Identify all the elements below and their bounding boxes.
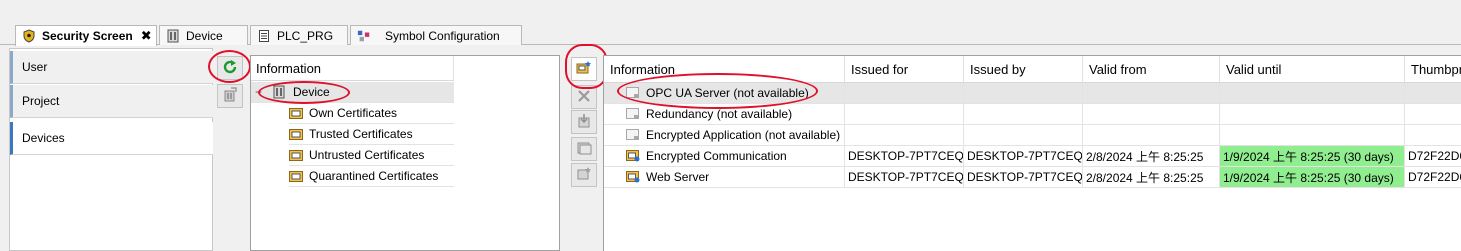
security-category-nav: User Project Devices (9, 48, 213, 251)
tab-label: Device (186, 28, 223, 43)
cell-valid-from (1083, 125, 1220, 146)
export-icon (576, 140, 592, 159)
refresh-button[interactable] (217, 56, 243, 80)
cell-thumbprint: D72F22D6 (1405, 146, 1461, 167)
tree-node-quarantined-certificates[interactable]: Quarantined Certificates (289, 166, 454, 187)
nav-item-project[interactable]: Project (10, 85, 213, 118)
cell-issued-by: DESKTOP-7PT7CEQ (964, 146, 1083, 167)
cell-issued-by (964, 104, 1083, 125)
cell-issued-for: DESKTOP-7PT7CEQ (845, 146, 964, 167)
cell-information: Web Server (646, 170, 710, 184)
device-icon (166, 29, 180, 43)
create-certificate-button[interactable] (571, 57, 597, 81)
cell-valid-until (1220, 104, 1405, 125)
tree-node-label: Device (293, 85, 330, 99)
symbol-config-icon (357, 29, 371, 43)
nav-item-label: Project (22, 94, 60, 108)
certificate-folder-icon (289, 107, 309, 119)
refresh-icon (222, 59, 238, 78)
column-header-thumbprint[interactable]: Thumbprint (1405, 56, 1461, 83)
column-header-valid-until[interactable]: Valid until (1220, 56, 1405, 83)
cell-issued-for: DESKTOP-7PT7CEQ (845, 167, 964, 188)
certificate-icon (626, 171, 646, 183)
tree-node-untrusted-certificates[interactable]: Untrusted Certificates (289, 145, 454, 166)
certificate-placeholder-icon (626, 108, 646, 120)
nav-item-user[interactable]: User (10, 51, 213, 84)
certificate-folder-icon (289, 128, 309, 140)
tab-label: Symbol Configuration (385, 28, 500, 43)
nav-item-devices[interactable]: Devices (10, 122, 213, 155)
remove-device-button[interactable] (217, 84, 243, 108)
cell-information: OPC UA Server (not available) (646, 86, 809, 100)
cell-thumbprint: D72F22D6 (1405, 167, 1461, 188)
install-icon (576, 166, 592, 185)
cell-valid-from (1083, 104, 1220, 125)
cell-valid-from: 2/8/2024 上午 8:25:25 (1083, 167, 1220, 188)
cell-issued-for (845, 125, 964, 146)
certificate-placeholder-icon (626, 129, 646, 141)
table-row[interactable]: Redundancy (not available) (604, 104, 845, 125)
shield-icon (22, 29, 36, 43)
delete-button[interactable] (571, 85, 597, 109)
nav-item-label: User (22, 60, 48, 74)
tree-node-own-certificates[interactable]: Own Certificates (289, 103, 454, 124)
remove-device-icon (222, 86, 238, 106)
column-header-issued-for[interactable]: Issued for (845, 56, 964, 83)
collapse-toggle[interactable]: − (255, 85, 267, 99)
tree-node-trusted-certificates[interactable]: Trusted Certificates (289, 124, 454, 145)
tab-symbol-configuration[interactable]: Symbol Configuration (350, 25, 522, 45)
table-row[interactable]: Encrypted Communication (604, 146, 845, 167)
column-header-issued-by[interactable]: Issued by (964, 56, 1083, 83)
column-header-information[interactable]: Information (604, 56, 845, 83)
tab-label: PLC_PRG (277, 28, 334, 43)
column-header-valid-from[interactable]: Valid from (1083, 56, 1220, 83)
certificate-table: Information Issued for Issued by Valid f… (603, 55, 1461, 251)
cell-valid-until: 1/9/2024 上午 8:25:25 (30 days) (1220, 167, 1405, 188)
cell-issued-by (964, 125, 1083, 146)
tree-root-device[interactable]: − Device (251, 82, 454, 103)
close-icon[interactable]: ✖ (141, 28, 152, 44)
cell-valid-from: 2/8/2024 上午 8:25:25 (1083, 146, 1220, 167)
certificate-folder-icon (289, 149, 309, 161)
cell-thumbprint (1405, 83, 1461, 104)
document-icon (257, 29, 271, 43)
nav-item-label: Devices (22, 131, 65, 145)
cell-valid-until (1220, 125, 1405, 146)
cell-valid-until (1220, 83, 1405, 104)
tree-node-label: Own Certificates (309, 106, 398, 120)
import-button[interactable] (571, 110, 597, 134)
tree-node-label: Untrusted Certificates (309, 148, 425, 162)
tree-node-label: Quarantined Certificates (309, 169, 439, 183)
certificate-placeholder-icon (626, 87, 646, 99)
device-tree-panel: Information − Device Own Certificates Tr… (250, 55, 560, 251)
tree-column-header: Information (251, 56, 454, 81)
install-button[interactable] (571, 163, 597, 187)
cell-thumbprint (1405, 104, 1461, 125)
cell-issued-by: DESKTOP-7PT7CEQ (964, 167, 1083, 188)
cell-issued-for (845, 104, 964, 125)
cell-information: Encrypted Communication (646, 149, 787, 163)
device-icon (273, 85, 285, 99)
table-row[interactable]: Encrypted Application (not available) (604, 125, 845, 146)
table-row[interactable]: Web Server (604, 167, 845, 188)
cell-issued-by (964, 83, 1083, 104)
tab-device[interactable]: Device (159, 25, 248, 45)
cell-information: Encrypted Application (not available) (646, 128, 841, 142)
tab-security-screen[interactable]: Security Screen ✖ (15, 25, 157, 46)
tree-node-label: Trusted Certificates (309, 127, 413, 141)
certificate-folder-icon (289, 170, 309, 182)
cell-information: Redundancy (not available) (646, 107, 793, 121)
cell-valid-from (1083, 83, 1220, 104)
table-row[interactable]: OPC UA Server (not available) (604, 83, 845, 104)
cell-thumbprint (1405, 125, 1461, 146)
create-certificate-icon (576, 60, 592, 79)
import-icon (576, 113, 592, 132)
tab-plc-prg[interactable]: PLC_PRG (250, 25, 348, 45)
certificate-icon (626, 150, 646, 162)
tab-label: Security Screen (42, 29, 133, 43)
export-button[interactable] (571, 137, 597, 161)
cell-issued-for (845, 83, 964, 104)
cell-valid-until: 1/9/2024 上午 8:25:25 (30 days) (1220, 146, 1405, 167)
delete-icon (577, 89, 591, 106)
